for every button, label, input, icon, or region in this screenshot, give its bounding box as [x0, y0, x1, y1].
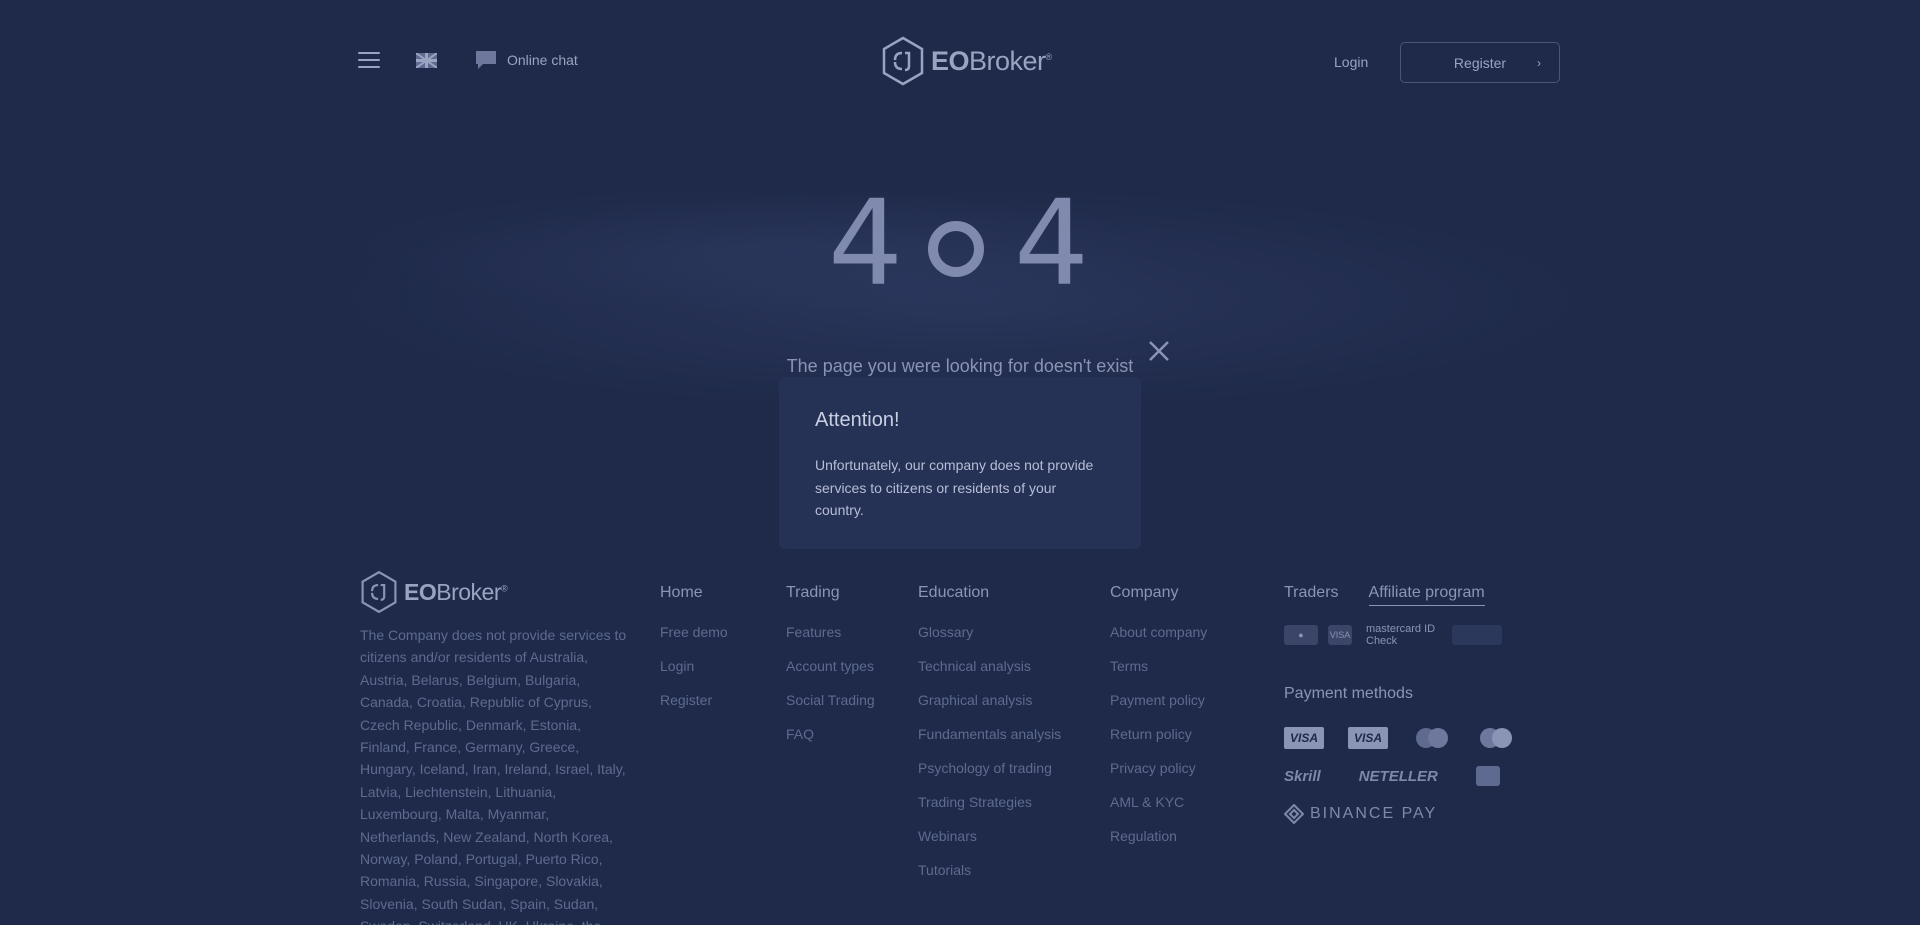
error-digit-left: 4: [828, 174, 904, 312]
skrill-logo: Skrill: [1284, 767, 1321, 785]
visa-logo: VISA: [1284, 727, 1324, 749]
security-seal-badge: [1452, 625, 1502, 645]
footer-logo-bold: EO: [404, 578, 437, 605]
error-message: The page you were looking for doesn't ex…: [786, 356, 1134, 376]
uk-flag-icon[interactable]: [416, 53, 437, 68]
modal-body: Unfortunately, our company does not prov…: [815, 457, 1094, 518]
footer-logo-reg: ®: [500, 582, 508, 593]
error-digit-right: 4: [1014, 174, 1090, 312]
mastercard-icon: [1412, 726, 1452, 750]
footer-col-education: Education Glossary Technical analysis Gr…: [918, 584, 1061, 896]
footer-link[interactable]: Technical analysis: [918, 658, 1061, 675]
footer-link[interactable]: FAQ: [786, 726, 875, 743]
footer-col-title[interactable]: Trading: [786, 584, 875, 602]
visa-electron-logo: VISA: [1348, 727, 1388, 749]
logo-icon: [882, 36, 924, 86]
footer-link[interactable]: Privacy policy: [1110, 760, 1207, 777]
footer-logo-light: Broker: [436, 578, 501, 605]
header: Online chat EOBroker® Login Register ›: [0, 0, 1920, 125]
online-chat-button[interactable]: Online chat: [475, 50, 578, 70]
footer-col-title[interactable]: Education: [918, 584, 1061, 602]
binance-icon: [1284, 804, 1304, 824]
footer-col-trading: Trading Features Account types Social Tr…: [786, 584, 875, 760]
register-button[interactable]: Register ›: [1400, 42, 1560, 83]
footer-link[interactable]: About company: [1110, 624, 1207, 641]
error-zero-ring: [928, 221, 984, 277]
neteller-logo: NETELLER: [1358, 767, 1438, 785]
maestro-icon: [1476, 726, 1516, 750]
menu-icon[interactable]: [358, 52, 380, 68]
login-link[interactable]: Login: [1334, 54, 1368, 70]
binance-pay-logo: BINANCE PAY: [1284, 804, 1437, 824]
footer-link[interactable]: Free demo: [660, 624, 728, 641]
close-icon[interactable]: [1145, 337, 1173, 365]
logo[interactable]: EOBroker®: [881, 36, 1052, 86]
security-badges: ● VISA mastercard ID Check: [1284, 623, 1502, 647]
footer-link[interactable]: Features: [786, 624, 875, 641]
footer-col-title[interactable]: Home: [660, 584, 728, 602]
footer-logo-icon: [361, 570, 397, 614]
footer-link[interactable]: AML & KYC: [1110, 794, 1207, 811]
footer-col-home: Home Free demo Login Register: [660, 584, 728, 726]
tab-affiliate-program[interactable]: Affiliate program: [1368, 584, 1485, 606]
logo-text-light: Broker: [969, 45, 1046, 76]
verified-badge-icon: ●: [1284, 625, 1318, 645]
visa-secure-badge: VISA: [1328, 625, 1352, 645]
footer-link[interactable]: Payment policy: [1110, 692, 1207, 709]
footer-link[interactable]: Fundamentals analysis: [918, 726, 1061, 743]
footer-logo[interactable]: EOBroker®: [360, 570, 508, 614]
mastercard-idcheck-badge: mastercard ID Check: [1366, 623, 1436, 647]
binance-pay-label: BINANCE PAY: [1310, 805, 1438, 822]
footer-col-company: Company About company Terms Payment poli…: [1110, 584, 1207, 862]
online-chat-label: Online chat: [507, 52, 578, 68]
tab-traders[interactable]: Traders: [1284, 584, 1339, 606]
footer-link[interactable]: Webinars: [918, 828, 1061, 845]
register-label: Register: [1453, 54, 1507, 71]
footer-link[interactable]: Account types: [786, 658, 875, 675]
ach-icon: [1475, 766, 1500, 786]
payment-methods: VISA VISA Skrill NETELLER BINANCE PAY: [1284, 726, 1524, 840]
footer-link[interactable]: Social Trading: [786, 692, 875, 709]
footer-col-title[interactable]: Company: [1110, 584, 1207, 602]
footer-link[interactable]: Trading Strategies: [918, 794, 1061, 811]
modal-title: Attention!: [815, 409, 900, 431]
footer-link[interactable]: Regulation: [1110, 828, 1207, 845]
attention-modal: Attention! Unfortunately, our company do…: [779, 377, 1141, 549]
error-code: 4 4: [826, 174, 1096, 312]
footer-link[interactable]: Register: [660, 692, 728, 709]
footer-link[interactable]: Terms: [1110, 658, 1207, 675]
chat-icon: [476, 51, 496, 69]
footer-description: The Company does not provide services to…: [360, 627, 627, 925]
chevron-right-icon: ›: [1537, 56, 1541, 70]
footer-link[interactable]: Psychology of trading: [918, 760, 1061, 777]
footer-link[interactable]: Return policy: [1110, 726, 1207, 743]
footer-link[interactable]: Graphical analysis: [918, 692, 1061, 709]
footer-link[interactable]: Glossary: [918, 624, 1061, 641]
payment-methods-title: Payment methods: [1284, 685, 1413, 702]
footer-link[interactable]: Login: [660, 658, 728, 675]
logo-text-bold: EO: [931, 45, 970, 76]
traders-tabs: Traders Affiliate program: [1284, 584, 1485, 606]
footer-link[interactable]: Tutorials: [918, 862, 1061, 879]
logo-reg: ®: [1045, 51, 1053, 62]
